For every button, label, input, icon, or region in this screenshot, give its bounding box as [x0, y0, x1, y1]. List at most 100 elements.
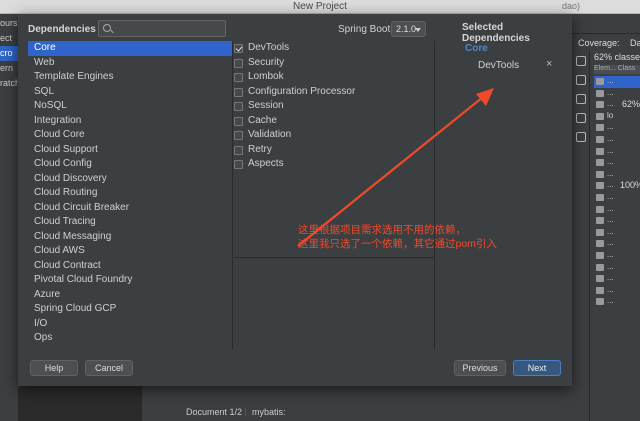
dependency-item[interactable]: Security [234, 56, 434, 71]
dependency-item[interactable]: Configuration Processor [234, 85, 434, 100]
coverage-row-label: ... [607, 226, 614, 236]
category-item[interactable]: Spring Cloud GCP [28, 302, 232, 317]
coverage-row[interactable]: ... [594, 157, 640, 169]
category-item[interactable]: Template Engines [28, 70, 232, 85]
coverage-tab-second[interactable]: Da [630, 38, 640, 48]
coverage-row-label: ... [607, 261, 614, 271]
previous-button[interactable]: Previous [454, 360, 506, 376]
project-tree-item[interactable]: ratch [0, 76, 18, 91]
coverage-row[interactable]: ... [594, 204, 640, 216]
annotation-line: 这里我只选了一个依赖，其它通过pom引入 [298, 238, 497, 250]
folder-icon [596, 78, 604, 85]
folder-icon [596, 170, 604, 178]
dependency-item[interactable]: Aspects [234, 157, 434, 172]
project-tree-item[interactable]: ours [0, 16, 18, 31]
dependency-checkbox[interactable] [234, 131, 243, 140]
dependency-item[interactable]: Retry [234, 143, 434, 158]
coverage-row-label: ... [607, 168, 614, 178]
cancel-button[interactable]: Cancel [85, 360, 133, 376]
category-item[interactable]: Cloud Contract [28, 259, 232, 274]
coverage-row[interactable]: ... [594, 134, 640, 146]
category-item[interactable]: Cloud Tracing [28, 215, 232, 230]
coverage-row[interactable]: ... [594, 262, 640, 274]
dependency-label: Session [248, 100, 284, 111]
dependency-checkbox[interactable] [234, 87, 243, 97]
category-item[interactable]: Cloud AWS [28, 244, 232, 259]
category-item[interactable]: Core [28, 41, 232, 56]
dependency-label: Cache [248, 114, 277, 126]
coverage-row[interactable]: ... [594, 238, 640, 250]
search-input[interactable] [115, 22, 223, 35]
project-tree-item[interactable]: ect [0, 31, 18, 46]
coverage-percent: 100% [620, 180, 640, 191]
dependency-item[interactable]: Cache [234, 114, 434, 129]
spring-boot-version-select[interactable]: 2.1.0 [391, 21, 426, 37]
rerun-icon[interactable] [576, 56, 586, 66]
category-item[interactable]: Cloud Circuit Breaker [28, 201, 232, 216]
coverage-row[interactable]: ... [594, 215, 640, 227]
coverage-row-label: ... [607, 191, 614, 201]
category-item[interactable]: SQL [28, 85, 232, 100]
next-button[interactable]: Next [513, 360, 561, 376]
coverage-row[interactable]: ... [594, 169, 640, 181]
coverage-row[interactable]: ... 100% [594, 180, 640, 192]
category-item[interactable]: I/O [28, 317, 232, 332]
dependency-checkbox[interactable] [234, 102, 243, 111]
category-item[interactable]: NoSQL [28, 99, 232, 114]
window-title-right: dao) [561, 1, 580, 11]
coverage-tab[interactable]: Coverage: [578, 38, 620, 48]
category-item[interactable]: Integration [28, 114, 232, 129]
category-item[interactable]: Cloud Support [28, 143, 232, 158]
search-field[interactable] [98, 20, 226, 37]
dependency-checkbox[interactable] [234, 73, 243, 82]
dependency-item[interactable]: Lombok [234, 70, 434, 85]
new-project-dialog: Dependencies Spring Boot 2.1.0 Selected … [18, 14, 572, 386]
dependency-checkbox[interactable] [234, 44, 243, 53]
filter-icon[interactable] [576, 94, 586, 104]
folder-icon [596, 101, 604, 109]
coverage-row[interactable]: ... [594, 122, 640, 134]
coverage-row-label: ... [607, 122, 614, 132]
category-item[interactable]: Web [28, 56, 232, 71]
dependency-checkbox[interactable] [234, 116, 243, 126]
coverage-row[interactable]: ... [594, 296, 640, 308]
dependency-label: Aspects [248, 158, 284, 169]
dependency-item[interactable]: Session [234, 99, 434, 114]
coverage-row[interactable]: ... [594, 273, 640, 285]
dependency-checkbox[interactable] [234, 145, 243, 155]
coverage-row[interactable]: ... [594, 76, 640, 88]
coverage-row-label: ... [607, 76, 614, 85]
flatten-icon[interactable] [576, 75, 586, 85]
coverage-row[interactable]: ... [594, 250, 640, 262]
category-item[interactable]: Cloud Discovery [28, 172, 232, 187]
coverage-row[interactable]: ... [594, 227, 640, 239]
project-tree-item[interactable]: ern [0, 61, 18, 76]
coverage-row[interactable]: ... [594, 285, 640, 297]
coverage-row[interactable]: ... 62% [594, 99, 640, 111]
selected-group-label: Core [465, 43, 488, 54]
folder-icon [596, 124, 604, 132]
category-item[interactable]: Cloud Config [28, 157, 232, 172]
dependency-checkbox[interactable] [234, 160, 243, 169]
folder-icon [596, 112, 604, 120]
dependency-item[interactable]: Validation [234, 128, 434, 143]
export-icon[interactable] [576, 132, 586, 142]
dependency-checkbox[interactable] [234, 58, 243, 68]
download-icon[interactable] [576, 113, 586, 123]
category-item[interactable]: Azure [28, 288, 232, 303]
remove-dependency-button[interactable]: × [546, 58, 552, 70]
coverage-row[interactable]: ... [594, 192, 640, 204]
coverage-row[interactable]: ... [594, 146, 640, 158]
category-item[interactable]: Pivotal Cloud Foundry [28, 273, 232, 288]
coverage-row[interactable]: ... [594, 88, 640, 100]
category-item[interactable]: Cloud Messaging [28, 230, 232, 245]
project-tree-item[interactable]: cro [0, 46, 18, 61]
help-button[interactable]: Help [30, 360, 78, 376]
category-item[interactable]: Ops [28, 331, 232, 346]
category-item[interactable]: Cloud Routing [28, 186, 232, 201]
document-indicator: Document 1/2 [186, 407, 243, 417]
annotation-line: 这里根据项目需求选用不用的依赖， [298, 224, 466, 236]
dependency-item[interactable]: DevTools [234, 41, 434, 56]
coverage-row[interactable]: lo [594, 111, 640, 123]
category-item[interactable]: Cloud Core [28, 128, 232, 143]
